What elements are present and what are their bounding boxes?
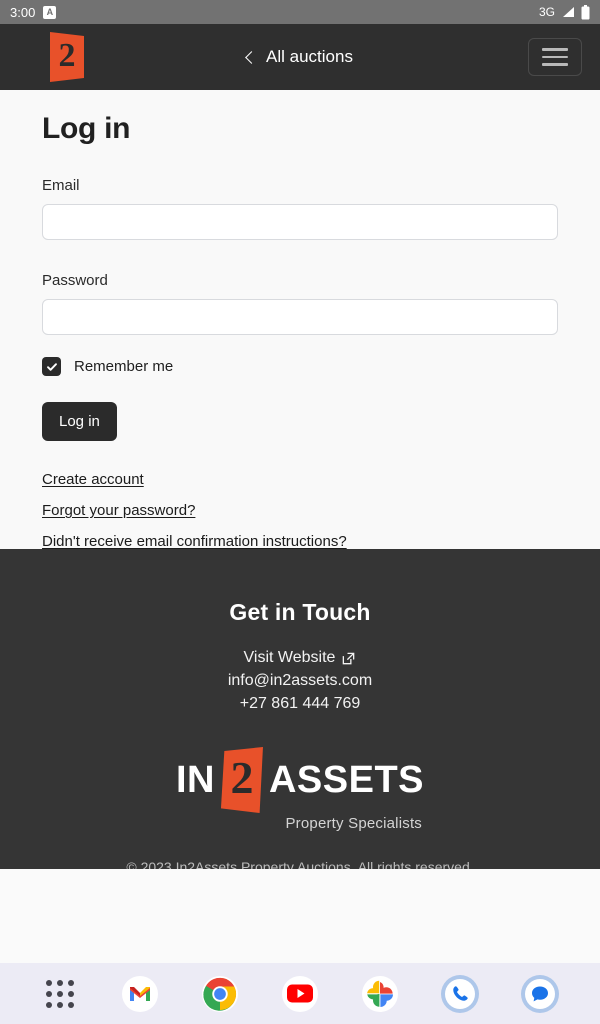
resend-confirmation-link[interactable]: Didn't receive email confirmation instru…	[42, 533, 347, 550]
app-drawer-icon[interactable]	[38, 972, 82, 1016]
in2assets-logo-icon[interactable]: 2	[50, 32, 84, 82]
email-field-group: Email	[42, 177, 558, 240]
status-bar-left: 3:00 A	[10, 4, 57, 20]
remember-me-label: Remember me	[74, 358, 174, 375]
footer-logo-suffix: ASSETS	[268, 759, 425, 801]
login-submit-button[interactable]: Log in	[42, 402, 117, 441]
remember-me-row: Remember me	[42, 357, 558, 376]
footer-logo-wrap: IN 2 ASSETS Property Specialists	[176, 747, 424, 832]
email-input[interactable]	[42, 204, 558, 240]
android-dock	[0, 963, 600, 1024]
password-field-group: Password	[42, 272, 558, 335]
blank-area	[0, 869, 600, 963]
back-label[interactable]: All auctions	[266, 47, 353, 67]
login-form-section: Log in Email Password Remember me Log in…	[0, 90, 600, 550]
hamburger-icon-line	[542, 48, 568, 51]
grid-dots	[46, 979, 74, 1008]
signal-icon	[561, 6, 575, 18]
logo-digit: 2	[58, 37, 76, 74]
contact-email[interactable]: info@in2assets.com	[20, 672, 580, 690]
password-label: Password	[42, 272, 108, 289]
status-bar-right: 3G	[538, 4, 590, 20]
phone-screen: 3:00 A 3G 2 All auctions Log in Email Pa…	[0, 0, 600, 1024]
alarm-icon: A	[43, 5, 57, 19]
battery-icon	[581, 4, 590, 20]
external-link-icon	[341, 651, 356, 666]
network-type-label: 3G	[538, 5, 555, 19]
footer-logo-tagline: Property Specialists	[285, 815, 423, 832]
site-footer: Get in Touch Visit Website info@in2asset…	[0, 549, 600, 875]
chrome-icon[interactable]	[198, 972, 242, 1016]
footer-heading: Get in Touch	[229, 599, 371, 625]
footer-logo-digit: 2	[230, 752, 254, 803]
password-input[interactable]	[42, 299, 558, 335]
auth-links: Create account Forgot your password? Did…	[42, 471, 558, 550]
messages-icon[interactable]	[518, 972, 562, 1016]
page-title: Log in	[42, 112, 131, 145]
contact-details: Visit Website info@in2assets.com +27 861…	[20, 649, 580, 713]
youtube-icon[interactable]	[278, 972, 322, 1016]
chevron-left-icon	[245, 50, 258, 64]
back-to-all-auctions[interactable]: All auctions	[0, 47, 600, 67]
phone-icon[interactable]	[438, 972, 482, 1016]
hamburger-menu-button[interactable]	[528, 38, 582, 76]
footer-logo: IN 2 ASSETS Property Specialists	[20, 747, 580, 832]
clock: 3:00	[10, 4, 36, 20]
google-photos-icon[interactable]	[358, 972, 402, 1016]
status-bar: 3:00 A 3G	[0, 0, 600, 24]
visit-website-label: Visit Website	[243, 649, 336, 666]
app-header: 2 All auctions	[0, 24, 600, 90]
visit-website-link[interactable]: Visit Website	[20, 649, 580, 667]
hamburger-icon-line	[542, 63, 568, 66]
footer-logo-2-icon: 2	[220, 747, 263, 813]
create-account-link[interactable]: Create account	[42, 471, 144, 488]
contact-phone[interactable]: +27 861 444 769	[20, 695, 580, 713]
gmail-icon[interactable]	[118, 972, 162, 1016]
forgot-password-link[interactable]: Forgot your password?	[42, 502, 195, 519]
hamburger-icon-line	[542, 55, 568, 59]
check-icon	[46, 362, 57, 371]
footer-logo-row: IN 2 ASSETS	[176, 747, 424, 813]
remember-me-checkbox[interactable]	[42, 357, 61, 376]
email-label: Email	[42, 177, 80, 194]
footer-logo-prefix: IN	[175, 759, 215, 801]
